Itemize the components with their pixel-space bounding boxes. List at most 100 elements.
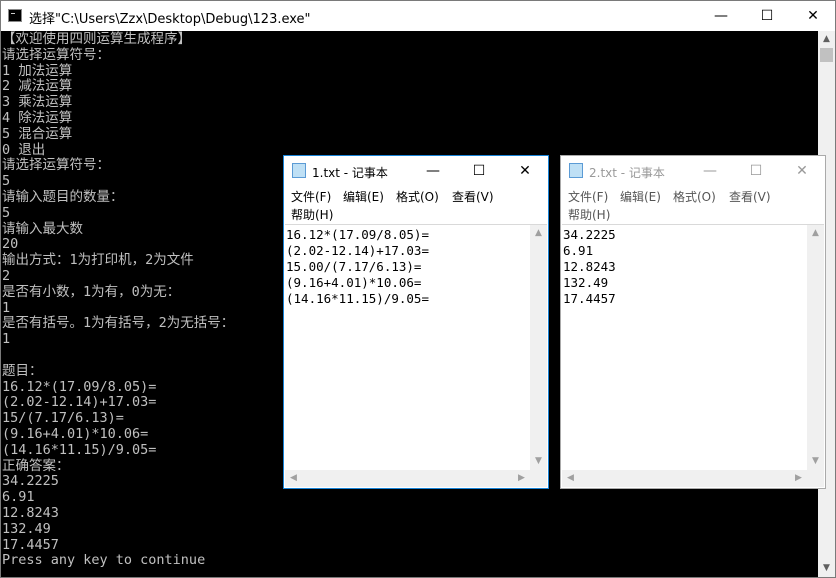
menu-file[interactable]: 文件(F) bbox=[568, 188, 608, 205]
scroll-up-icon[interactable]: ▲ bbox=[530, 225, 547, 242]
menu-file[interactable]: 文件(F) bbox=[291, 188, 331, 205]
console-app-icon bbox=[8, 9, 22, 22]
close-icon: ✕ bbox=[519, 163, 531, 179]
menu-view[interactable]: 查看(V) bbox=[452, 188, 494, 205]
notepad-2-edit-area[interactable]: 34.2225 6.91 12.8243 132.49 17.4457 ▲ ▼ ◀ ▶ bbox=[562, 224, 824, 487]
console-title: 选择"C:\Users\Zzx\Desktop\Debug\123.exe" bbox=[29, 12, 311, 27]
scroll-left-icon[interactable]: ◀ bbox=[562, 470, 579, 487]
menu-edit[interactable]: 编辑(E) bbox=[343, 188, 384, 205]
menu-help[interactable]: 帮助(H) bbox=[291, 206, 333, 223]
scroll-down-icon[interactable]: ▼ bbox=[818, 560, 835, 577]
console-output-line: 4 除法运算 bbox=[2, 109, 73, 126]
console-output-line: (2.02-12.14)+17.03= bbox=[2, 394, 157, 411]
notepad-2-vscroll[interactable]: ▲ ▼ bbox=[807, 225, 824, 470]
notepad-2-text[interactable]: 34.2225 6.91 12.8243 132.49 17.4457 bbox=[563, 227, 616, 307]
notepad-1-title: 1.txt - 记事本 bbox=[312, 166, 388, 180]
console-titlebar[interactable]: 选择"C:\Users\Zzx\Desktop\Debug\123.exe" —… bbox=[1, 1, 835, 31]
console-output-line: 2 bbox=[2, 267, 11, 284]
console-output-line: 16.12*(17.09/8.05)= bbox=[2, 378, 157, 395]
notepad-1-minimize-button[interactable]: — bbox=[410, 156, 456, 186]
notepad-icon bbox=[292, 163, 306, 178]
notepad-1-hscroll[interactable]: ◀ ▶ bbox=[285, 470, 530, 487]
console-output-line: 34.2225 bbox=[2, 473, 59, 490]
scroll-right-icon[interactable]: ▶ bbox=[790, 470, 807, 487]
notepad-2-text-line: 34.2225 bbox=[563, 227, 616, 242]
notepad-1-maximize-button[interactable]: ☐ bbox=[456, 156, 502, 186]
resize-corner bbox=[807, 470, 824, 487]
notepad-1-text-line: 16.12*(17.09/8.05)= bbox=[286, 227, 429, 242]
scroll-up-icon[interactable]: ▲ bbox=[818, 31, 835, 48]
console-output-line: Press any key to continue bbox=[2, 552, 206, 569]
notepad-2-text-line: 132.49 bbox=[563, 275, 609, 290]
console-output-line: 1 加法运算 bbox=[2, 62, 73, 79]
minimize-button[interactable]: — bbox=[698, 1, 744, 31]
scroll-thumb[interactable] bbox=[820, 48, 833, 62]
minimize-icon: — bbox=[714, 8, 728, 24]
notepad-2-maximize-button[interactable]: ☐ bbox=[733, 156, 779, 186]
notepad-2-menubar: 文件(F) 编辑(E) 格式(O) 查看(V) 帮助(H) bbox=[561, 186, 825, 222]
console-output-line: 正确答案： bbox=[2, 457, 70, 474]
scroll-down-icon[interactable]: ▼ bbox=[807, 453, 824, 470]
notepad-icon bbox=[569, 163, 583, 178]
console-output-line: 2 减法运算 bbox=[2, 78, 73, 95]
console-output-line: 0 退出 bbox=[2, 141, 46, 158]
notepad-2-text-line: 12.8243 bbox=[563, 259, 616, 274]
console-output-line: 5 bbox=[2, 173, 11, 190]
menu-edit[interactable]: 编辑(E) bbox=[620, 188, 661, 205]
console-output-line: 20 bbox=[2, 236, 19, 253]
console-output-line: 15/(7.17/6.13)= bbox=[2, 410, 124, 427]
scroll-up-icon[interactable]: ▲ bbox=[807, 225, 824, 242]
notepad-2-minimize-button[interactable]: — bbox=[687, 156, 733, 186]
notepad-1-text-line: (9.16+4.01)*10.06= bbox=[286, 275, 422, 290]
maximize-button[interactable]: ☐ bbox=[744, 1, 790, 31]
notepad-1-titlebar[interactable]: 1.txt - 记事本 — ☐ ✕ bbox=[284, 156, 548, 186]
notepad-2-hscroll[interactable]: ◀ ▶ bbox=[562, 470, 807, 487]
menu-format[interactable]: 格式(O) bbox=[396, 188, 439, 205]
console-output-line: 6.91 bbox=[2, 489, 35, 506]
close-icon: ✕ bbox=[796, 163, 808, 179]
notepad-window-1[interactable]: 1.txt - 记事本 — ☐ ✕ 文件(F) 编辑(E) 格式(O) 查看(V… bbox=[283, 155, 549, 489]
notepad-1-menubar: 文件(F) 编辑(E) 格式(O) 查看(V) 帮助(H) bbox=[284, 186, 548, 222]
notepad-window-2[interactable]: 2.txt - 记事本 — ☐ ✕ 文件(F) 编辑(E) 格式(O) 查看(V… bbox=[560, 155, 826, 489]
console-output-line: 3 乘法运算 bbox=[2, 94, 73, 111]
close-icon: ✕ bbox=[807, 8, 819, 24]
notepad-2-title: 2.txt - 记事本 bbox=[589, 166, 665, 180]
notepad-2-titlebar[interactable]: 2.txt - 记事本 — ☐ ✕ bbox=[561, 156, 825, 186]
notepad-1-edit-area[interactable]: 16.12*(17.09/8.05)= (2.02-12.14)+17.03= 15… bbox=[285, 224, 547, 487]
scroll-down-icon[interactable]: ▼ bbox=[530, 453, 547, 470]
console-output-line: 请输入最大数 bbox=[2, 220, 83, 237]
console-output-line: 5 混合运算 bbox=[2, 125, 73, 142]
console-output-line: 请输入题目的数量： bbox=[2, 188, 124, 205]
console-output: 【欢迎使用四则运算生成程序】 请选择运算符号： 1 加法运算 2 减法运算 3 乘法运算… bbox=[2, 31, 235, 569]
console-output-line: 【欢迎使用四则运算生成程序】 bbox=[2, 31, 191, 47]
maximize-icon: ☐ bbox=[749, 163, 763, 179]
menu-format[interactable]: 格式(O) bbox=[673, 188, 716, 205]
console-output-line: 输出方式：1为打印机，2为文件 bbox=[2, 252, 194, 269]
scroll-right-icon[interactable]: ▶ bbox=[513, 470, 530, 487]
console-output-line: 请选择运算符号： bbox=[2, 157, 110, 174]
console-output-line: 题目： bbox=[2, 362, 43, 379]
console-output-line: 12.8243 bbox=[2, 504, 59, 521]
notepad-1-vscroll[interactable]: ▲ ▼ bbox=[530, 225, 547, 470]
menu-help[interactable]: 帮助(H) bbox=[568, 206, 610, 223]
notepad-1-text[interactable]: 16.12*(17.09/8.05)= (2.02-12.14)+17.03= 15… bbox=[286, 227, 429, 307]
console-output-line: 1 bbox=[2, 331, 11, 348]
console-output-line: 请选择运算符号： bbox=[2, 46, 110, 63]
notepad-1-text-line: (2.02-12.14)+17.03= bbox=[286, 243, 429, 258]
console-output-line: (9.16+4.01)*10.06= bbox=[2, 425, 149, 442]
maximize-icon: ☐ bbox=[760, 8, 774, 24]
console-output-line: 132.49 bbox=[2, 520, 51, 537]
minimize-icon: — bbox=[703, 163, 717, 179]
notepad-2-text-line: 17.4457 bbox=[563, 291, 616, 306]
notepad-1-text-line: (14.16*11.15)/9.05= bbox=[286, 291, 429, 306]
notepad-1-close-button[interactable]: ✕ bbox=[502, 156, 548, 186]
menu-view[interactable]: 查看(V) bbox=[729, 188, 771, 205]
console-output-line: 是否有小数，1为有，0为无： bbox=[2, 283, 181, 300]
console-output-line: 是否有括号。1为有括号，2为无括号： bbox=[2, 315, 235, 332]
console-output-line: 1 bbox=[2, 299, 11, 316]
close-button[interactable]: ✕ bbox=[790, 1, 836, 31]
scroll-left-icon[interactable]: ◀ bbox=[285, 470, 302, 487]
notepad-2-close-button[interactable]: ✕ bbox=[779, 156, 825, 186]
notepad-1-text-line: 15.00/(7.17/6.13)= bbox=[286, 259, 422, 274]
